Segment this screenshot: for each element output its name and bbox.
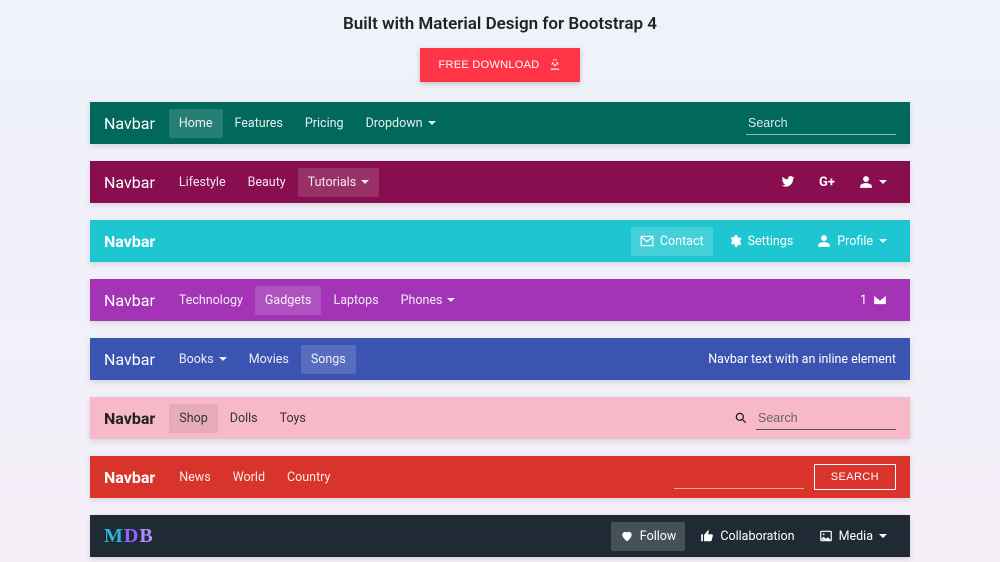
envelope-icon — [873, 293, 887, 307]
nav-item-toys[interactable]: Toys — [270, 404, 316, 433]
nav-item-laptops[interactable]: Laptops — [323, 286, 388, 315]
navbar-red: Navbar News World Country SEARCH — [90, 456, 910, 498]
search-input[interactable] — [756, 407, 896, 430]
user-icon — [817, 234, 831, 248]
nav-item-technology[interactable]: Technology — [169, 286, 253, 315]
nav-item-lifestyle[interactable]: Lifestyle — [169, 168, 236, 197]
search-input[interactable] — [746, 112, 896, 135]
collaboration-link[interactable]: Collaboration — [691, 522, 803, 551]
navbar-wine: Navbar Lifestyle Beauty Tutorials G+ — [90, 161, 910, 203]
navbar-inline-text: Navbar text with an inline element — [708, 352, 896, 367]
nav-item-movies[interactable]: Movies — [239, 345, 299, 374]
nav-item-gadgets[interactable]: Gadgets — [255, 286, 322, 315]
user-dropdown[interactable] — [850, 168, 896, 196]
nav-item-world[interactable]: World — [223, 463, 275, 492]
nav-item-pricing[interactable]: Pricing — [295, 109, 354, 138]
nav-item-beauty[interactable]: Beauty — [238, 168, 296, 197]
nav-item-dolls[interactable]: Dolls — [220, 404, 268, 433]
navbar-cyan: Navbar Contact Settings Profile — [90, 220, 910, 262]
page-title: Built with Material Design for Bootstrap… — [90, 14, 910, 34]
nav-item-shop[interactable]: Shop — [169, 404, 217, 433]
caret-down-icon — [447, 298, 455, 302]
navbar-purple: Navbar Technology Gadgets Laptops Phones… — [90, 279, 910, 321]
nav-item-tutorials[interactable]: Tutorials — [298, 168, 379, 197]
brand[interactable]: Navbar — [104, 173, 155, 192]
nav-item-dropdown[interactable]: Dropdown — [356, 109, 446, 138]
mail-badge[interactable]: 1 — [851, 286, 896, 315]
navbar-indigo: Navbar Books Movies Songs Navbar text wi… — [90, 338, 910, 380]
navbar-dark: MDB Follow Collaboration Media — [90, 515, 910, 557]
brand[interactable]: Navbar — [104, 350, 155, 369]
brand[interactable]: Navbar — [104, 114, 155, 133]
brand[interactable]: Navbar — [104, 232, 155, 251]
google-plus-icon[interactable]: G+ — [810, 168, 844, 197]
nav-item-news[interactable]: News — [169, 463, 220, 492]
thumbs-up-icon — [700, 529, 714, 543]
contact-link[interactable]: Contact — [631, 227, 713, 256]
search-input[interactable] — [674, 466, 804, 489]
nav-item-country[interactable]: Country — [277, 463, 340, 492]
brand[interactable]: Navbar — [104, 409, 155, 428]
caret-down-icon — [361, 180, 369, 184]
caret-down-icon — [879, 534, 887, 538]
free-download-button[interactable]: FREE DOWNLOAD — [420, 48, 579, 82]
twitter-icon[interactable] — [772, 168, 804, 196]
brand[interactable]: Navbar — [104, 291, 155, 310]
caret-down-icon — [219, 357, 227, 361]
download-label: FREE DOWNLOAD — [438, 59, 539, 71]
settings-link[interactable]: Settings — [719, 227, 803, 256]
media-link[interactable]: Media — [810, 522, 896, 551]
caret-down-icon — [879, 239, 887, 243]
brand[interactable]: Navbar — [104, 468, 155, 487]
nav-item-phones[interactable]: Phones — [391, 286, 466, 315]
gear-icon — [728, 234, 742, 248]
caret-down-icon — [879, 180, 887, 184]
navbar-green: Navbar Home Features Pricing Dropdown — [90, 102, 910, 144]
envelope-icon — [640, 234, 654, 248]
search-button[interactable]: SEARCH — [814, 464, 896, 490]
download-icon — [548, 58, 562, 72]
image-icon — [819, 529, 833, 543]
nav-item-books[interactable]: Books — [169, 345, 237, 374]
mdb-logo[interactable]: MDB — [104, 525, 154, 548]
follow-link[interactable]: Follow — [611, 522, 686, 551]
nav-item-songs[interactable]: Songs — [301, 345, 356, 374]
profile-link[interactable]: Profile — [808, 227, 896, 256]
heart-icon — [620, 529, 634, 543]
search-icon[interactable] — [734, 411, 748, 425]
caret-down-icon — [428, 121, 436, 125]
nav-item-home[interactable]: Home — [169, 109, 223, 138]
navbar-pink: Navbar Shop Dolls Toys — [90, 397, 910, 439]
nav-item-features[interactable]: Features — [225, 109, 293, 138]
